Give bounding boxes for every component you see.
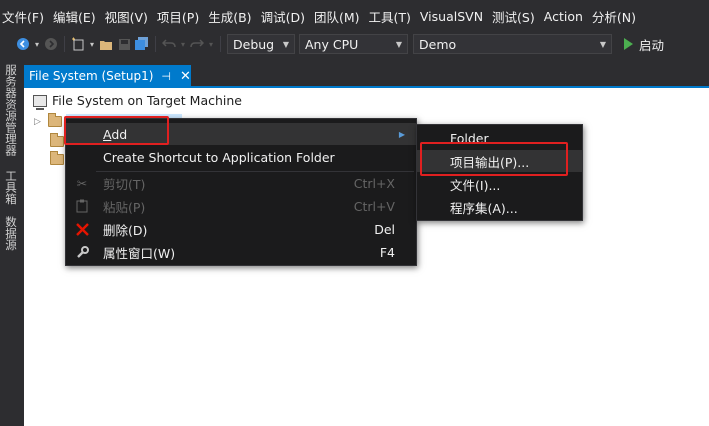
tab-file-system[interactable]: File System (Setup1) ⊣ ✕ xyxy=(24,65,191,87)
wrench-icon xyxy=(74,244,90,260)
menu-item-label: 剪切(T) xyxy=(103,176,146,192)
menu-shortcut: Ctrl+V xyxy=(353,198,395,214)
expand-arrow-icon[interactable]: ▷ xyxy=(34,117,41,127)
toolbar-separator xyxy=(155,36,156,52)
add-submenu: Folder 项目输出(P)... 文件(I)... 程序集(A)... xyxy=(416,124,583,221)
menu-item-label: 删除(D) xyxy=(103,222,148,238)
menu-item-delete[interactable]: 删除(D) Del xyxy=(66,218,416,240)
submenu-arrow-icon: ▶ xyxy=(398,129,405,139)
menu-team[interactable]: 团队(M) xyxy=(314,7,369,26)
tab-title: File System (Setup1) xyxy=(29,69,154,83)
tree-root[interactable]: File System on Target Machine xyxy=(33,93,242,110)
save-all-icon[interactable] xyxy=(133,35,151,53)
tree-root-label: File System on Target Machine xyxy=(52,93,242,108)
folder-icon xyxy=(50,133,64,147)
close-icon[interactable]: ✕ xyxy=(180,69,191,84)
config-value: Debug xyxy=(233,36,275,52)
menu-item-label: 属性窗口(W) xyxy=(103,245,176,261)
chevron-down-icon: ▼ xyxy=(395,39,402,49)
redo-dropdown-icon[interactable]: ▾ xyxy=(206,35,216,53)
chevron-down-icon: ▼ xyxy=(599,39,606,49)
menu-edit[interactable]: 编辑(E) xyxy=(53,7,105,26)
start-button[interactable]: 启动 xyxy=(639,35,664,54)
tool-window-strip: 服务器资源管理器 工具箱 数据源 xyxy=(0,58,22,426)
menu-item-label: 项目输出(P)... xyxy=(450,154,530,170)
menu-action[interactable]: Action xyxy=(544,9,592,24)
menu-test[interactable]: 测试(S) xyxy=(492,7,544,26)
menu-item-create-shortcut[interactable]: Create Shortcut to Application Folder xyxy=(66,146,416,168)
menu-project[interactable]: 项目(P) xyxy=(157,7,208,26)
menu-item-label: 文件(I)... xyxy=(450,177,501,193)
menu-analyze[interactable]: 分析(N) xyxy=(592,7,645,26)
project-value: Demo xyxy=(419,36,457,52)
menu-item-label: 程序集(A)... xyxy=(450,200,518,216)
undo-dropdown-icon[interactable]: ▾ xyxy=(178,35,188,53)
menu-item-properties[interactable]: 属性窗口(W) F4 xyxy=(66,241,416,263)
toolbox-tab[interactable]: 工具箱 xyxy=(3,170,19,205)
menu-debug[interactable]: 调试(D) xyxy=(261,7,314,26)
chevron-down-icon: ▼ xyxy=(282,39,289,49)
menu-build[interactable]: 生成(B) xyxy=(208,7,260,26)
menu-view[interactable]: 视图(V) xyxy=(105,7,157,26)
folder-icon xyxy=(50,151,64,165)
submenu-item-project-output[interactable]: 项目输出(P)... xyxy=(417,150,582,172)
new-project-icon[interactable] xyxy=(69,35,87,53)
back-icon[interactable] xyxy=(14,35,32,53)
context-menu: Add ▶ Create Shortcut to Application Fol… xyxy=(65,118,417,266)
open-folder-icon[interactable] xyxy=(97,35,115,53)
menu-item-cut[interactable]: ✂ 剪切(T) Ctrl+X xyxy=(66,172,416,194)
tree-item[interactable] xyxy=(34,133,64,147)
menu-tools[interactable]: 工具(T) xyxy=(369,7,420,26)
platform-value: Any CPU xyxy=(305,36,359,52)
menu-item-label: Add xyxy=(103,126,128,142)
toolbar-separator xyxy=(64,36,65,52)
folder-icon xyxy=(47,113,62,127)
undo-icon[interactable] xyxy=(160,35,178,53)
tree-item[interactable] xyxy=(34,151,64,165)
menu-shortcut: F4 xyxy=(379,244,395,260)
start-icon[interactable] xyxy=(619,35,637,53)
data-sources-tab[interactable]: 数据源 xyxy=(3,216,19,251)
menu-item-label: 粘贴(P) xyxy=(103,199,146,215)
pin-icon[interactable]: ⊣ xyxy=(161,70,171,83)
save-icon[interactable] xyxy=(115,35,133,53)
computer-icon xyxy=(33,94,47,110)
menu-file[interactable]: 文件(F) xyxy=(2,7,53,26)
platform-select[interactable]: Any CPU ▼ xyxy=(299,34,408,54)
menu-visualsvn[interactable]: VisualSVN xyxy=(420,9,492,24)
clipboard-icon xyxy=(74,198,90,214)
back-dropdown-icon[interactable]: ▾ xyxy=(32,35,42,53)
menu-item-label: Create Shortcut to Application Folder xyxy=(103,149,335,165)
menu-shortcut: Del xyxy=(374,221,395,237)
menu-bar: 文件(F) 编辑(E) 视图(V) 项目(P) 生成(B) 调试(D) 团队(M… xyxy=(0,0,709,32)
server-explorer-tab[interactable]: 服务器资源管理器 xyxy=(3,64,19,156)
toolbar: ▾ ▾ ▾ ▾ Debug ▼ Any CPU ▼ Demo ▼ 启动 xyxy=(0,32,709,56)
menu-item-label: Folder xyxy=(450,130,489,146)
submenu-item-file[interactable]: 文件(I)... xyxy=(417,173,582,195)
submenu-item-folder[interactable]: Folder xyxy=(417,127,582,149)
menu-item-add[interactable]: Add ▶ xyxy=(66,123,416,145)
redo-icon[interactable] xyxy=(188,35,206,53)
toolbar-separator xyxy=(220,36,221,52)
scissors-icon: ✂ xyxy=(76,175,88,191)
submenu-item-assembly[interactable]: 程序集(A)... xyxy=(417,196,582,218)
menu-item-paste[interactable]: 粘贴(P) Ctrl+V xyxy=(66,195,416,217)
project-select[interactable]: Demo ▼ xyxy=(413,34,612,54)
new-dropdown-icon[interactable]: ▾ xyxy=(87,35,97,53)
config-select[interactable]: Debug ▼ xyxy=(227,34,295,54)
forward-icon[interactable] xyxy=(42,35,60,53)
delete-x-icon xyxy=(74,221,90,237)
menu-shortcut: Ctrl+X xyxy=(353,175,395,191)
